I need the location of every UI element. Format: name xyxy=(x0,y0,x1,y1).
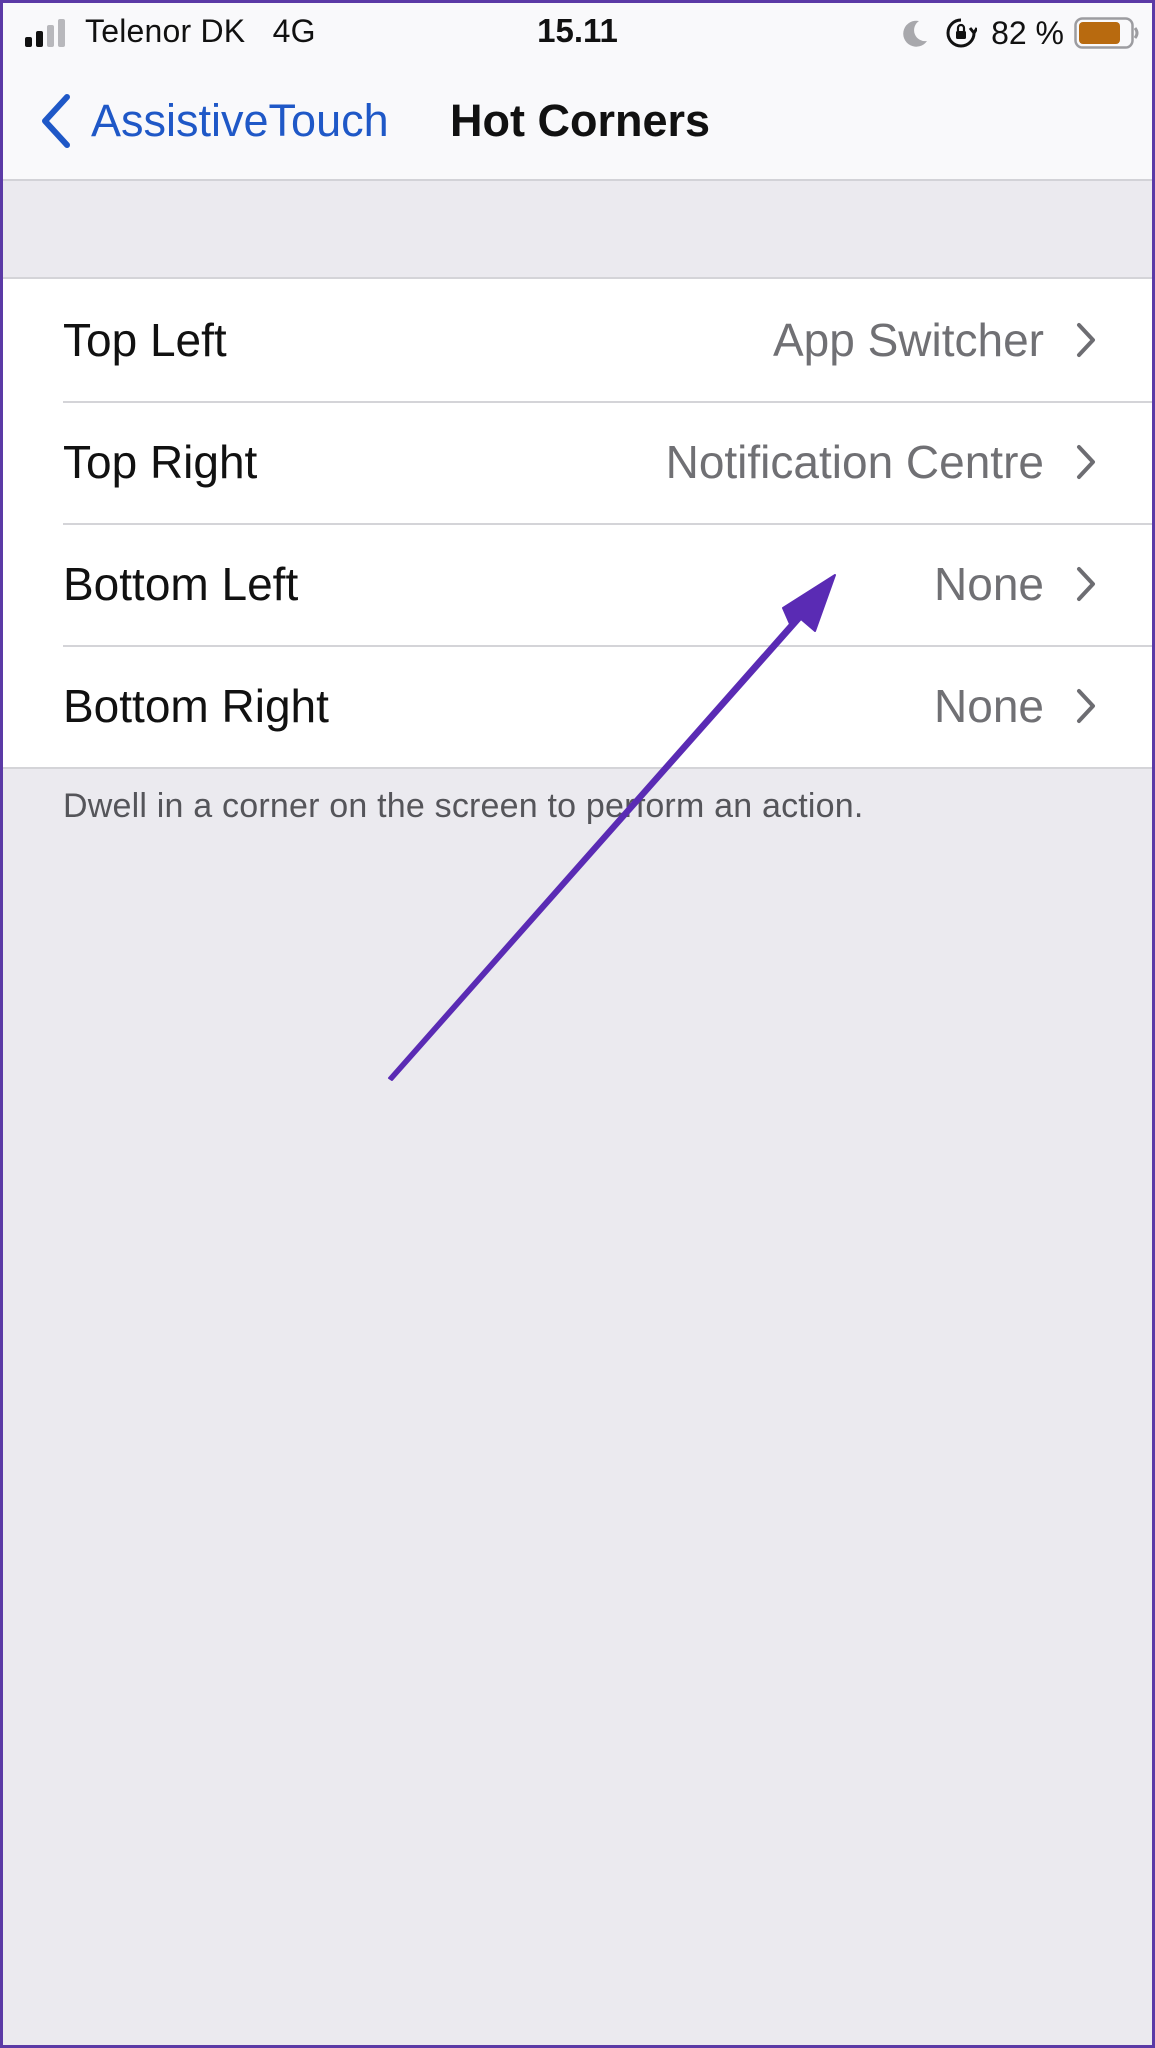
row-value: App Switcher xyxy=(772,314,1044,366)
row-label: Top Left xyxy=(63,314,227,366)
chevron-right-icon xyxy=(1077,323,1095,357)
back-button-label: AssistiveTouch xyxy=(91,95,389,146)
list-item-top-right[interactable]: Top Right Notification Centre xyxy=(3,401,1152,523)
list-item-bottom-right[interactable]: Bottom Right None xyxy=(3,645,1152,767)
chevron-left-icon xyxy=(42,94,70,148)
chevron-right-icon xyxy=(1077,689,1095,723)
battery-percent: 82 % xyxy=(991,14,1064,51)
row-value: None xyxy=(934,680,1044,732)
chevron-right-icon xyxy=(1077,567,1095,601)
hot-corners-list: Top Left App Switcher Top Right Notifica… xyxy=(3,277,1152,769)
row-value: Notification Centre xyxy=(665,436,1044,488)
footer-note: Dwell in a corner on the screen to perfo… xyxy=(63,787,864,825)
list-item-top-left[interactable]: Top Left App Switcher xyxy=(3,279,1152,401)
row-label: Bottom Right xyxy=(63,680,329,732)
chevron-right-icon xyxy=(1077,445,1095,479)
row-value: None xyxy=(934,558,1044,610)
lock-rotation-icon xyxy=(946,18,978,48)
status-bar: Telenor DK 4G 15.11 82 % xyxy=(3,3,1152,61)
page-title: Hot Corners xyxy=(450,95,711,146)
screen-frame: Telenor DK 4G 15.11 82 % AssistiveTouch … xyxy=(0,0,1155,2048)
row-label: Top Right xyxy=(63,436,258,488)
list-item-bottom-left[interactable]: Bottom Left None xyxy=(3,523,1152,645)
moon-icon xyxy=(903,20,928,47)
status-right-group: 82 % xyxy=(899,13,1140,53)
navigation-bar: AssistiveTouch Hot Corners xyxy=(3,61,1152,181)
row-label: Bottom Left xyxy=(63,558,299,610)
battery-icon xyxy=(1074,17,1139,49)
back-button[interactable]: AssistiveTouch xyxy=(39,93,389,149)
